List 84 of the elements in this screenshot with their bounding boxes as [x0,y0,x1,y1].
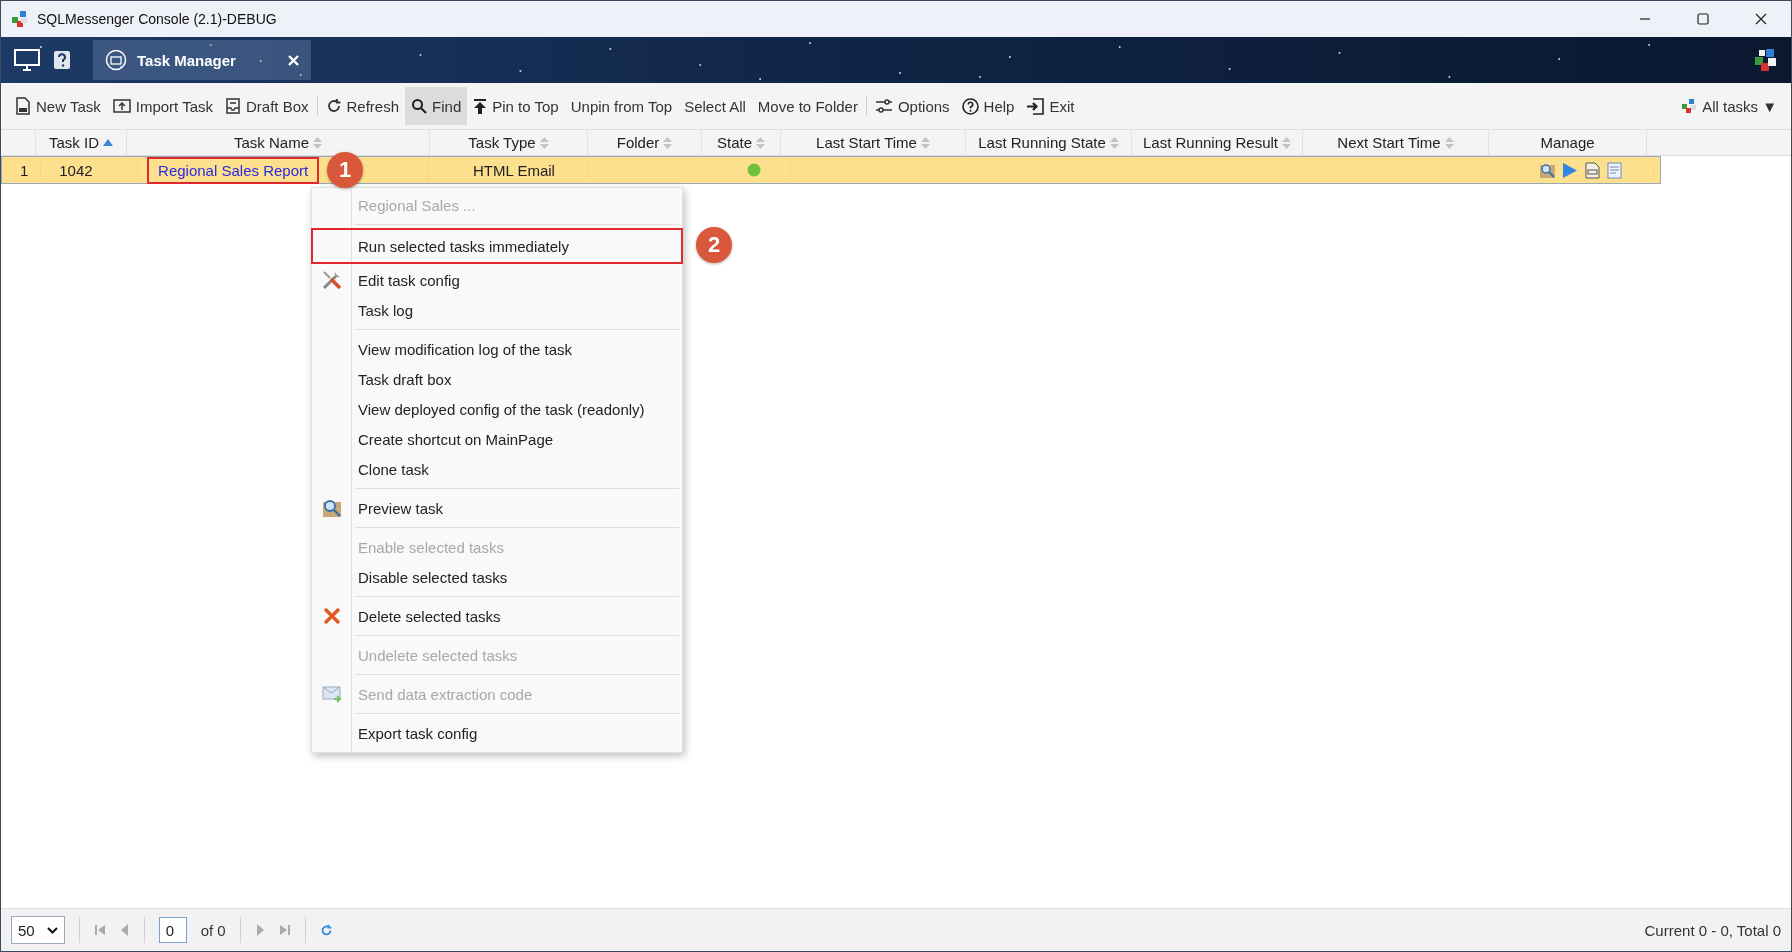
pin-to-top-icon [473,98,488,114]
menu-item[interactable]: Task log [312,295,682,325]
sort-icon [1109,136,1119,149]
sort-ascending-icon [103,139,113,146]
next-page-icon[interactable] [254,924,265,936]
task-icon [105,49,127,71]
preview-icon [322,498,342,518]
column-header[interactable]: Task ID [36,130,127,155]
toolbar-button[interactable]: Help [955,87,1021,125]
first-page-icon[interactable] [93,924,106,936]
cubes-logo-icon [11,10,29,28]
page-size-select[interactable]: 50 [11,916,65,944]
menu-item[interactable]: View modification log of the task [312,334,682,364]
toolbar-button[interactable]: New Task [9,87,107,125]
column-header[interactable]: Next Start Time [1303,130,1489,155]
menu-item[interactable]: Create shortcut on MainPage [312,424,682,454]
page-count: of 0 [200,921,226,939]
envelope-icon [322,685,342,703]
menu-item[interactable]: Clone task [312,454,682,484]
chevron-down-icon [46,926,58,934]
document-icon[interactable] [1606,161,1622,179]
toolbar-button[interactable]: Move to Folder [751,87,864,125]
table-cell: HTML Email [441,161,588,179]
column-header[interactable]: Last Running Result [1132,130,1303,155]
sort-icon [756,136,765,149]
sort-icon [663,136,673,149]
preview-icon[interactable] [1538,161,1556,179]
page-field[interactable]: 0 [158,917,187,943]
table-cell: 1042 [53,161,139,179]
column-header[interactable]: State [702,130,781,155]
import-icon [112,98,131,114]
menu-item[interactable]: Edit task config [312,265,682,295]
toolbar-button[interactable]: Unpin from Top [564,87,679,125]
sort-icon [1282,136,1292,149]
cubes-logo-icon [1681,98,1698,114]
monitor-icon[interactable] [13,48,41,72]
column-header[interactable]: Last Start Time [781,130,966,155]
record-summary: Current 0 - 0, Total 0 [1644,921,1781,939]
task-manager-tab[interactable]: Task Manager [93,40,311,80]
menu-item[interactable]: View deployed config of the task (readonly) [312,394,682,424]
menu-item[interactable]: Disable selected tasks [312,562,682,592]
window-title: SQLMessenger Console (2.1)-DEBUG [37,11,277,27]
refresh-icon [325,98,342,114]
menu-item[interactable]: Task draft box [312,364,682,394]
delete-icon [323,607,341,625]
sort-icon [313,136,322,149]
toolbar-button[interactable]: Pin to Top [467,87,565,125]
all-tasks-dropdown[interactable]: All tasks ▼ [1675,87,1783,125]
play-icon[interactable] [1561,161,1578,179]
previous-page-icon[interactable] [119,924,130,936]
task-name-link[interactable]: Regional Sales Report [148,157,319,183]
last-page-icon[interactable] [278,924,291,936]
toolbar-button[interactable]: Select All [678,87,752,125]
toolbar-button[interactable]: Find [405,87,468,125]
column-header[interactable]: Folder [588,130,702,155]
toolbar-button[interactable]: Refresh [319,87,406,125]
row-number: 1 [8,161,42,179]
maximize-icon[interactable] [1697,13,1709,25]
close-icon[interactable] [1755,13,1767,25]
menu-item[interactable]: Export task config [312,718,682,748]
search-icon [411,98,428,114]
step-marker: 2 [696,227,732,263]
help-icon[interactable] [53,50,71,70]
sort-icon [920,136,930,149]
refresh-icon[interactable] [319,923,333,937]
toolbar-button[interactable]: Options [868,87,956,125]
column-header[interactable]: Last Running State [966,130,1132,155]
column-header[interactable]: Manage [1489,130,1647,155]
toolbar-button[interactable]: Draft Box [219,87,315,125]
log-file-icon[interactable] [1583,161,1601,179]
inbox-icon [225,98,241,114]
column-header[interactable]: Task Type [430,130,588,155]
exit-icon [1026,97,1045,115]
sort-icon [1444,136,1454,149]
cubes-logo-icon [1753,47,1779,73]
sliders-icon [874,98,893,114]
tools-icon [321,269,343,291]
menu-item[interactable]: Preview task [312,493,682,523]
help-icon [961,97,979,115]
toolbar-button[interactable]: Import Task [106,87,219,125]
menu-item[interactable]: Delete selected tasks [312,601,682,631]
toolbar-button[interactable]: Exit [1020,87,1081,125]
sort-icon [539,136,549,149]
document-icon [15,97,31,115]
